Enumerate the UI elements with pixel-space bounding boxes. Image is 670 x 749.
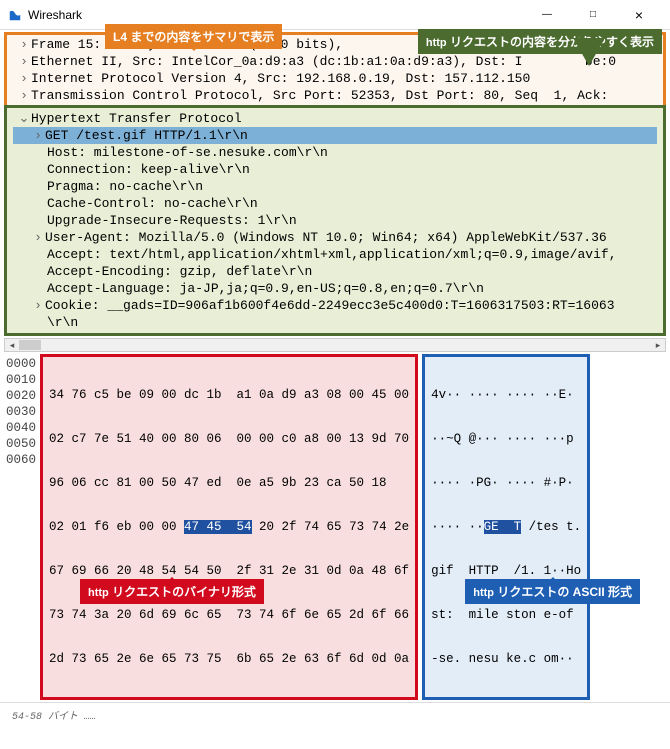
scroll-thumb[interactable] bbox=[19, 340, 41, 350]
scroll-left-icon[interactable]: ◂ bbox=[5, 339, 19, 351]
http-header[interactable]: Host: milestone-of-se.nesuke.com\r\n bbox=[47, 145, 328, 160]
close-button[interactable]: × bbox=[616, 0, 662, 30]
http-header[interactable]: Accept-Language: ja-JP,ja;q=0.9,en-US;q=… bbox=[47, 281, 484, 296]
http-details-pane[interactable]: ⌄Hypertext Transfer Protocol ›GET /test.… bbox=[4, 105, 666, 336]
ascii-row[interactable]: ···· ··GE T /tes t. bbox=[431, 519, 581, 535]
http-header[interactable]: Accept-Encoding: gzip, deflate\r\n bbox=[47, 264, 312, 279]
collapse-icon[interactable]: ⌄ bbox=[17, 111, 31, 126]
expand-icon[interactable]: › bbox=[17, 37, 31, 52]
summary-line[interactable]: Ethernet II, Src: IntelCor_0a:d9:a3 (dc:… bbox=[31, 54, 616, 69]
hex-row[interactable]: 34 76 c5 be 09 00 dc 1b a1 0a d9 a3 08 0… bbox=[49, 387, 409, 403]
expand-icon[interactable]: › bbox=[17, 88, 31, 103]
ascii-column[interactable]: 4v·· ···· ···· ··E· ··~Q @··· ···· ···p … bbox=[422, 354, 590, 700]
hex-row[interactable]: 2d 73 65 2e 6e 65 73 75 6b 65 2e 63 6f 6… bbox=[49, 651, 409, 667]
http-header[interactable]: Cookie: __gads=ID=906af1b600f4e6dd-2249e… bbox=[45, 298, 615, 313]
http-header[interactable]: User-Agent: Mozilla/5.0 (Windows NT 10.0… bbox=[45, 230, 607, 245]
ascii-row[interactable]: gif HTTP /1. 1··Ho bbox=[431, 563, 581, 579]
wireshark-icon bbox=[8, 8, 22, 22]
hex-bytes-column[interactable]: 34 76 c5 be 09 00 dc 1b a1 0a d9 a3 08 0… bbox=[40, 354, 418, 700]
expand-icon[interactable]: › bbox=[17, 54, 31, 69]
http-title[interactable]: Hypertext Transfer Protocol bbox=[31, 111, 242, 126]
hex-dump-pane[interactable]: 0000 0010 0020 0030 0040 0050 0060 34 76… bbox=[4, 354, 666, 700]
http-header[interactable]: Cache-Control: no-cache\r\n bbox=[47, 196, 258, 211]
http-header[interactable]: Connection: keep-alive\r\n bbox=[47, 162, 250, 177]
annotation-summary: L4 までの内容をサマリで表示 bbox=[105, 24, 282, 49]
minimize-button[interactable]: — bbox=[524, 0, 570, 30]
ascii-row[interactable]: ··~Q @··· ···· ···p bbox=[431, 431, 581, 447]
annotation-http-content: http リクエストの内容を分かりやすく表示 bbox=[418, 29, 662, 54]
hex-row[interactable]: 73 74 3a 20 6d 69 6c 65 73 74 6f 6e 65 2… bbox=[49, 607, 409, 623]
maximize-button[interactable]: □ bbox=[570, 0, 616, 30]
expand-icon[interactable]: › bbox=[31, 230, 45, 245]
expand-icon[interactable]: › bbox=[17, 71, 31, 86]
http-header[interactable]: Accept: text/html,application/xhtml+xml,… bbox=[47, 247, 617, 262]
summary-line[interactable]: Transmission Control Protocol, Src Port:… bbox=[31, 88, 608, 103]
annotation-binary: http リクエストのバイナリ形式 bbox=[80, 579, 264, 604]
hex-row[interactable]: 02 c7 7e 51 40 00 80 06 00 00 c0 a8 00 1… bbox=[49, 431, 409, 447]
horizontal-scrollbar[interactable]: ◂ ▸ bbox=[4, 338, 666, 352]
expand-icon[interactable]: › bbox=[31, 128, 45, 143]
hex-selection: 47 45 54 bbox=[184, 520, 252, 534]
hex-row[interactable]: 02 01 f6 eb 00 00 47 45 54 20 2f 74 65 7… bbox=[49, 519, 409, 535]
ascii-row[interactable]: -se. nesu ke.c om·· bbox=[431, 651, 581, 667]
annotation-ascii: http リクエストの ASCII 形式 bbox=[465, 579, 640, 604]
http-header[interactable]: Upgrade-Insecure-Requests: 1\r\n bbox=[47, 213, 297, 228]
http-header[interactable]: \r\n bbox=[47, 315, 78, 330]
status-bar: 54-58 バイト …… bbox=[0, 702, 670, 727]
ascii-row[interactable]: 4v·· ···· ···· ··E· bbox=[431, 387, 581, 403]
hex-offset-column: 0000 0010 0020 0030 0040 0050 0060 bbox=[4, 354, 40, 700]
scroll-right-icon[interactable]: ▸ bbox=[651, 339, 665, 351]
hex-row[interactable]: 67 69 66 20 48 54 54 50 2f 31 2e 31 0d 0… bbox=[49, 563, 409, 579]
ascii-row[interactable]: st: mile ston e-of bbox=[431, 607, 581, 623]
summary-line[interactable]: Internet Protocol Version 4, Src: 192.16… bbox=[31, 71, 530, 86]
http-header[interactable]: Pragma: no-cache\r\n bbox=[47, 179, 203, 194]
expand-icon[interactable]: › bbox=[31, 298, 45, 313]
ascii-row[interactable]: ···· ·PG· ···· #·P· bbox=[431, 475, 581, 491]
ascii-selection: GE T bbox=[484, 520, 522, 534]
http-request-line[interactable]: GET /test.gif HTTP/1.1\r\n bbox=[45, 128, 248, 143]
title-bar: Wireshark — □ × bbox=[0, 0, 670, 30]
window-title: Wireshark bbox=[28, 8, 524, 22]
hex-row[interactable]: 96 06 cc 81 00 50 47 ed 0e a5 9b 23 ca 5… bbox=[49, 475, 409, 491]
